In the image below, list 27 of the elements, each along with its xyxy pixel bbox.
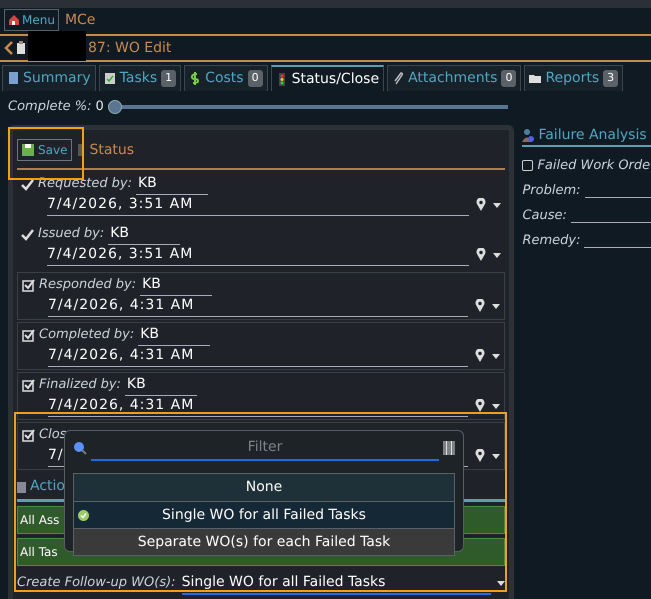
section-title: Actio — [30, 477, 65, 496]
count-badge: 1 — [161, 70, 176, 87]
checkbox-label: Failed Work Orde — [537, 156, 650, 175]
count-badge: 0 — [501, 70, 516, 87]
status-label: Clos — [39, 426, 66, 444]
by-label: by: — [116, 276, 136, 294]
complete-label: Complete %: — [8, 98, 92, 116]
field-label: Problem: — [522, 182, 580, 200]
field-label: Remedy: — [522, 232, 580, 250]
panel-title: Status — [89, 140, 134, 160]
status-label: Finalized — [39, 376, 97, 394]
status-label: Issued — [38, 225, 80, 244]
status-label: Requested — [38, 175, 108, 194]
panel-title: Failure Analysis — [538, 126, 647, 144]
status-label: Responded — [39, 276, 112, 294]
field-label: Cause: — [522, 206, 567, 225]
app-name: MCe — [64, 10, 96, 30]
status-label: Completed — [39, 326, 110, 344]
follow-up-label: Create Follow-up WO(s): — [17, 574, 176, 592]
by-label: by: — [114, 326, 134, 344]
window-title: 87: WO Edit — [88, 38, 172, 58]
count-badge: 3 — [603, 70, 618, 87]
count-badge: 0 — [248, 70, 263, 87]
by-label: by: — [84, 225, 104, 244]
complete-value: 0 — [96, 98, 104, 116]
by-label: by: — [112, 175, 132, 194]
by-label: by: — [100, 376, 121, 394]
